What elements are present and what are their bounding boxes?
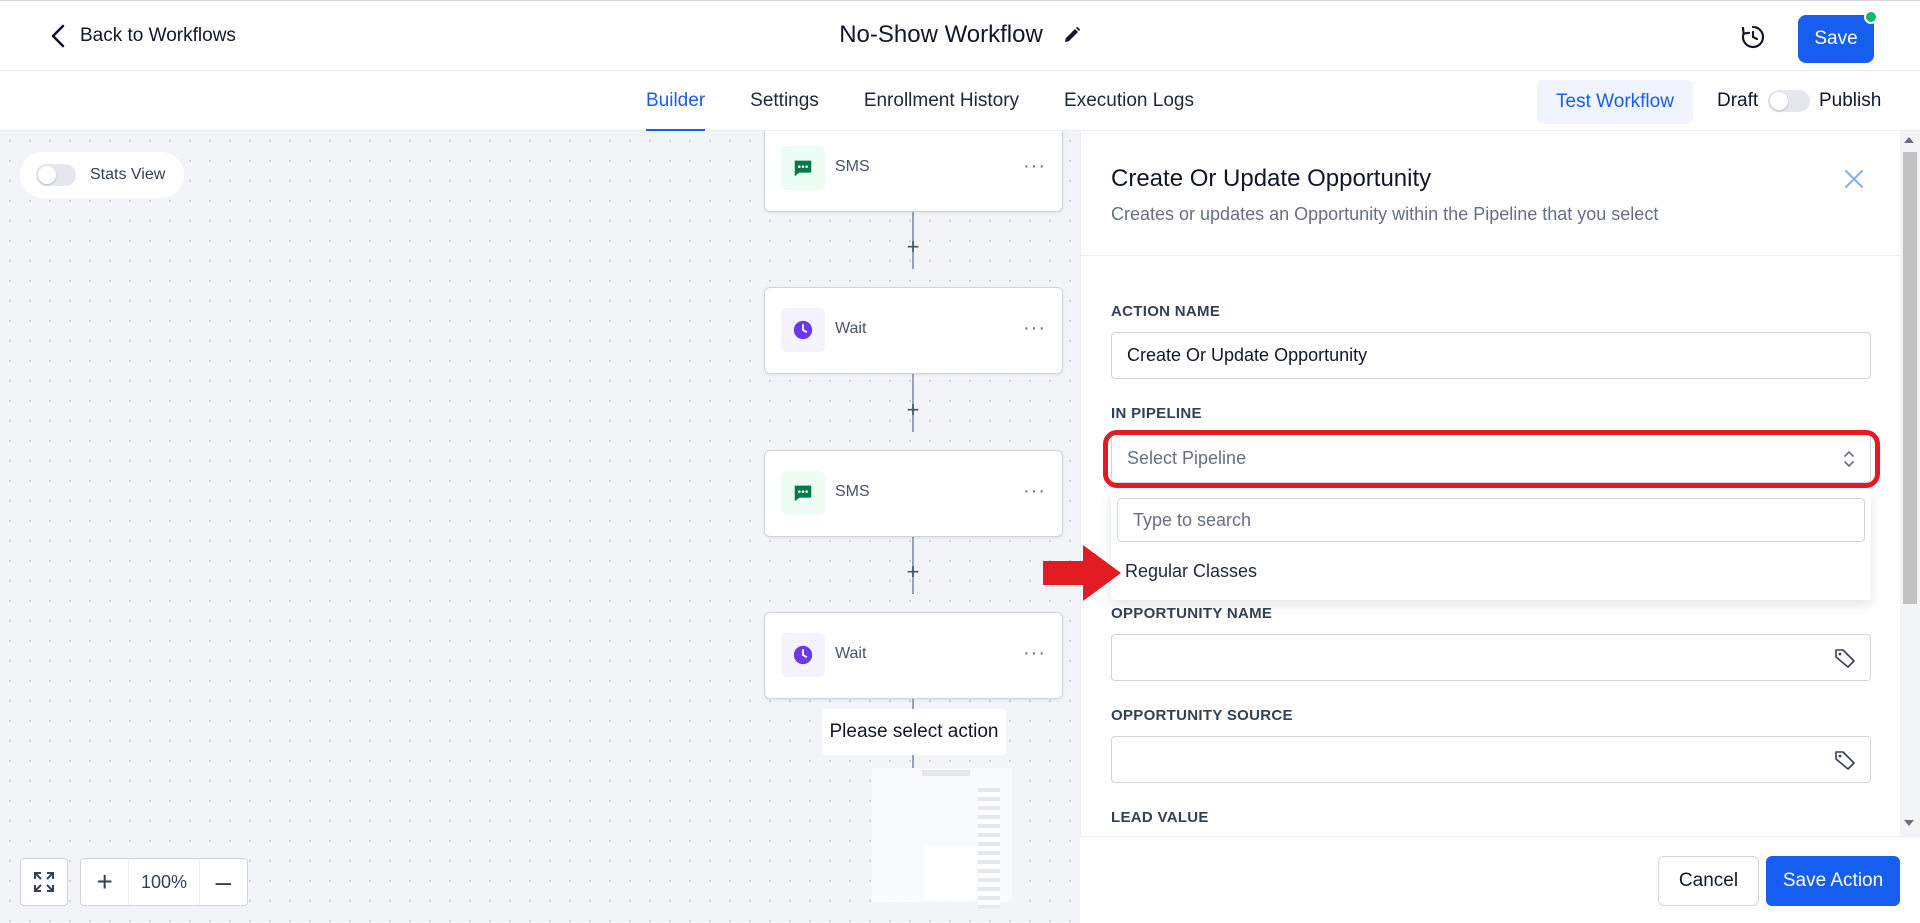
tab-bar: Builder Settings Enrollment History Exec… <box>0 71 1920 131</box>
clock-icon <box>781 308 825 352</box>
fit-view-button[interactable] <box>20 858 68 906</box>
pipeline-option[interactable]: Regular Classes <box>1125 561 1257 582</box>
node-label: Wait <box>835 320 867 337</box>
stats-view-label: Stats View <box>90 166 166 183</box>
pipeline-search-input[interactable]: Type to search <box>1117 498 1865 542</box>
tab-enrollment-history[interactable]: Enrollment History <box>864 71 1019 131</box>
history-icon[interactable] <box>1740 24 1766 50</box>
workflow-node-sms[interactable]: SMS ··· <box>764 450 1063 537</box>
workflow-title-wrap: No-Show Workflow <box>0 21 1920 49</box>
scroll-up-arrow[interactable] <box>1904 137 1914 143</box>
tag-icon[interactable] <box>1834 749 1856 771</box>
lead-value-label: LEAD VALUE <box>1111 809 1209 826</box>
opportunity-name-input[interactable] <box>1111 634 1871 681</box>
more-options-icon[interactable]: ··· <box>1023 642 1046 665</box>
tab-settings[interactable]: Settings <box>750 71 819 131</box>
node-label: Wait <box>835 645 867 662</box>
panel-footer: Cancel Save Action <box>1080 836 1920 923</box>
node-label: SMS <box>835 158 870 175</box>
workflow-node-wait[interactable]: Wait ··· <box>764 287 1063 374</box>
zoom-in-button[interactable]: + <box>81 859 128 905</box>
panel-subtitle: Creates or updates an Opportunity within… <box>1111 204 1659 224</box>
save-button[interactable]: Save <box>1798 15 1874 63</box>
close-icon[interactable] <box>1841 166 1867 192</box>
test-workflow-button[interactable]: Test Workflow <box>1537 80 1693 124</box>
zoom-controls: + 100% – <box>80 858 248 906</box>
more-options-icon[interactable]: ··· <box>1023 317 1046 340</box>
pipeline-dropdown: Type to search Regular Classes <box>1111 491 1871 600</box>
highlight-annotation <box>1103 430 1880 488</box>
top-header: Back to Workflows No-Show Workflow Save <box>0 0 1920 71</box>
publish-toggle[interactable] <box>1768 90 1810 112</box>
tab-builder[interactable]: Builder <box>646 71 706 131</box>
add-step-plus-icon[interactable]: + <box>902 236 924 258</box>
clock-icon <box>781 633 825 677</box>
workflow-canvas[interactable]: Stats View + + + SMS ··· Wait ··· SMS ··… <box>0 131 1080 923</box>
unsaved-status-dot <box>1864 10 1878 24</box>
zoom-level: 100% <box>128 859 200 905</box>
more-options-icon[interactable]: ··· <box>1023 155 1046 178</box>
workflow-title: No-Show Workflow <box>839 21 1043 48</box>
opportunity-source-label: OPPORTUNITY SOURCE <box>1111 707 1293 724</box>
add-step-plus-icon[interactable]: + <box>902 399 924 421</box>
action-name-input[interactable]: Create Or Update Opportunity <box>1111 332 1871 379</box>
opportunity-name-label: OPPORTUNITY NAME <box>1111 605 1273 622</box>
workflow-node-sms[interactable]: SMS ··· <box>764 131 1063 212</box>
stats-view-toggle[interactable]: Stats View <box>20 152 184 198</box>
add-step-plus-icon[interactable]: + <box>902 561 924 583</box>
pencil-icon[interactable] <box>1063 26 1081 44</box>
opportunity-source-input[interactable] <box>1111 736 1871 783</box>
zoom-out-button[interactable]: – <box>200 859 247 905</box>
action-name-label: ACTION NAME <box>1111 303 1221 320</box>
scroll-down-arrow[interactable] <box>1904 820 1914 826</box>
pipeline-label: IN PIPELINE <box>1111 405 1202 422</box>
minimap[interactable] <box>872 768 1012 908</box>
draft-label: Draft <box>1717 90 1759 111</box>
tag-icon[interactable] <box>1834 647 1856 669</box>
tab-execution-logs[interactable]: Execution Logs <box>1064 71 1194 131</box>
message-icon <box>781 471 825 515</box>
cancel-button[interactable]: Cancel <box>1658 856 1759 906</box>
panel-title: Create Or Update Opportunity <box>1111 165 1432 192</box>
panel-scrollbar-thumb[interactable] <box>1903 152 1917 604</box>
tabs: Builder Settings Enrollment History Exec… <box>646 71 1239 131</box>
more-options-icon[interactable]: ··· <box>1023 480 1046 503</box>
stats-view-switch[interactable] <box>36 164 76 186</box>
workflow-node-wait[interactable]: Wait ··· <box>764 612 1063 699</box>
publish-label: Publish <box>1819 90 1882 111</box>
node-label: SMS <box>835 483 870 500</box>
save-action-button[interactable]: Save Action <box>1766 856 1900 906</box>
action-config-panel: Create Or Update Opportunity Creates or … <box>1080 131 1920 923</box>
message-icon <box>781 146 825 190</box>
red-arrow-annotation <box>1043 545 1121 601</box>
select-action-placeholder[interactable]: Please select action <box>822 709 1006 755</box>
expand-icon <box>34 872 54 892</box>
panel-header: Create Or Update Opportunity Creates or … <box>1081 131 1901 256</box>
